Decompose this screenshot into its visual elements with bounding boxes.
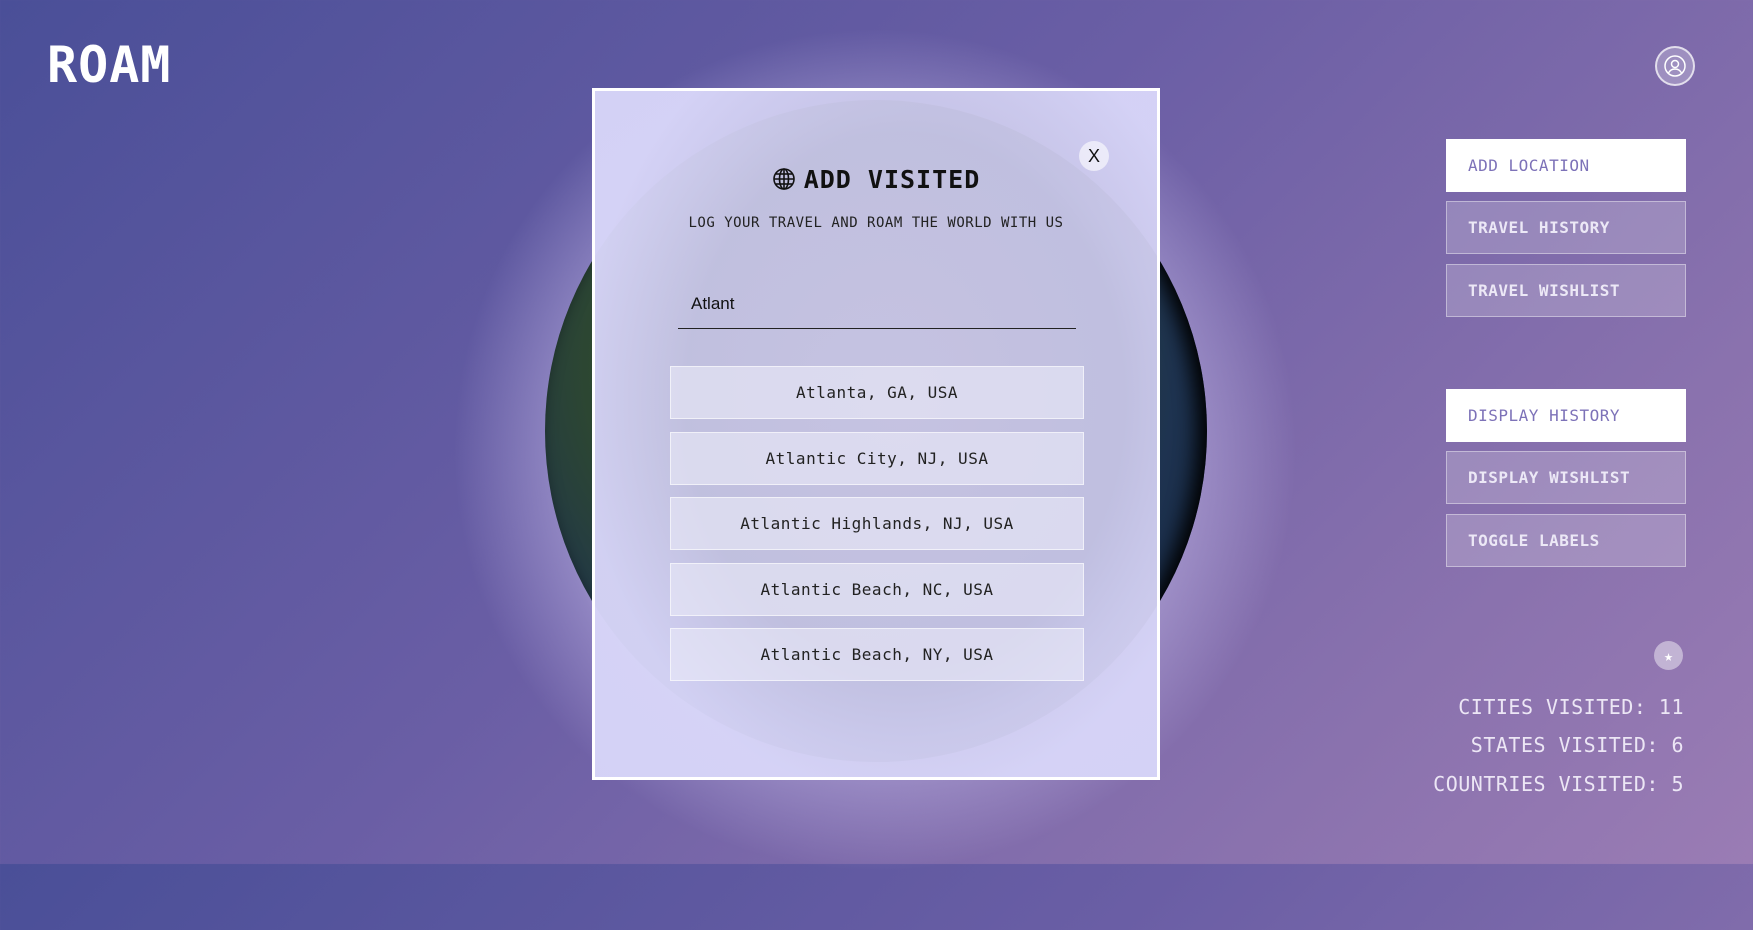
- add-visited-modal: X ADD VISITED LOG YOUR TRAVEL AND ROAM T…: [592, 88, 1160, 780]
- result-option[interactable]: Atlantic Beach, NC, USA: [670, 563, 1084, 616]
- add-location-button[interactable]: ADD LOCATION: [1446, 139, 1686, 192]
- user-icon: [1664, 55, 1686, 77]
- app-logo: ROAM: [47, 36, 172, 94]
- states-visited: STATES VISITED: 6: [1470, 733, 1684, 757]
- modal-title: ADD VISITED: [595, 165, 1157, 194]
- globe-icon: [772, 168, 795, 190]
- result-option[interactable]: Atlanta, GA, USA: [670, 366, 1084, 419]
- cities-visited: CITIES VISITED: 11: [1458, 695, 1684, 719]
- toggle-labels-button[interactable]: TOGGLE LABELS: [1446, 514, 1686, 567]
- travel-history-button[interactable]: TRAVEL HISTORY: [1446, 201, 1686, 254]
- star-icon[interactable]: ★: [1654, 641, 1683, 670]
- location-search-input[interactable]: [678, 279, 1076, 329]
- modal-title-text: ADD VISITED: [803, 165, 981, 194]
- countries-visited: COUNTRIES VISITED: 5: [1433, 772, 1684, 796]
- travel-wishlist-button[interactable]: TRAVEL WISHLIST: [1446, 264, 1686, 317]
- result-option[interactable]: Atlantic Highlands, NJ, USA: [670, 497, 1084, 550]
- display-wishlist-button[interactable]: DISPLAY WISHLIST: [1446, 451, 1686, 504]
- result-option[interactable]: Atlantic City, NJ, USA: [670, 432, 1084, 485]
- profile-button[interactable]: [1655, 46, 1695, 86]
- result-option[interactable]: Atlantic Beach, NY, USA: [670, 628, 1084, 681]
- modal-subtitle: LOG YOUR TRAVEL AND ROAM THE WORLD WITH …: [688, 215, 1064, 231]
- display-history-button[interactable]: DISPLAY HISTORY: [1446, 389, 1686, 442]
